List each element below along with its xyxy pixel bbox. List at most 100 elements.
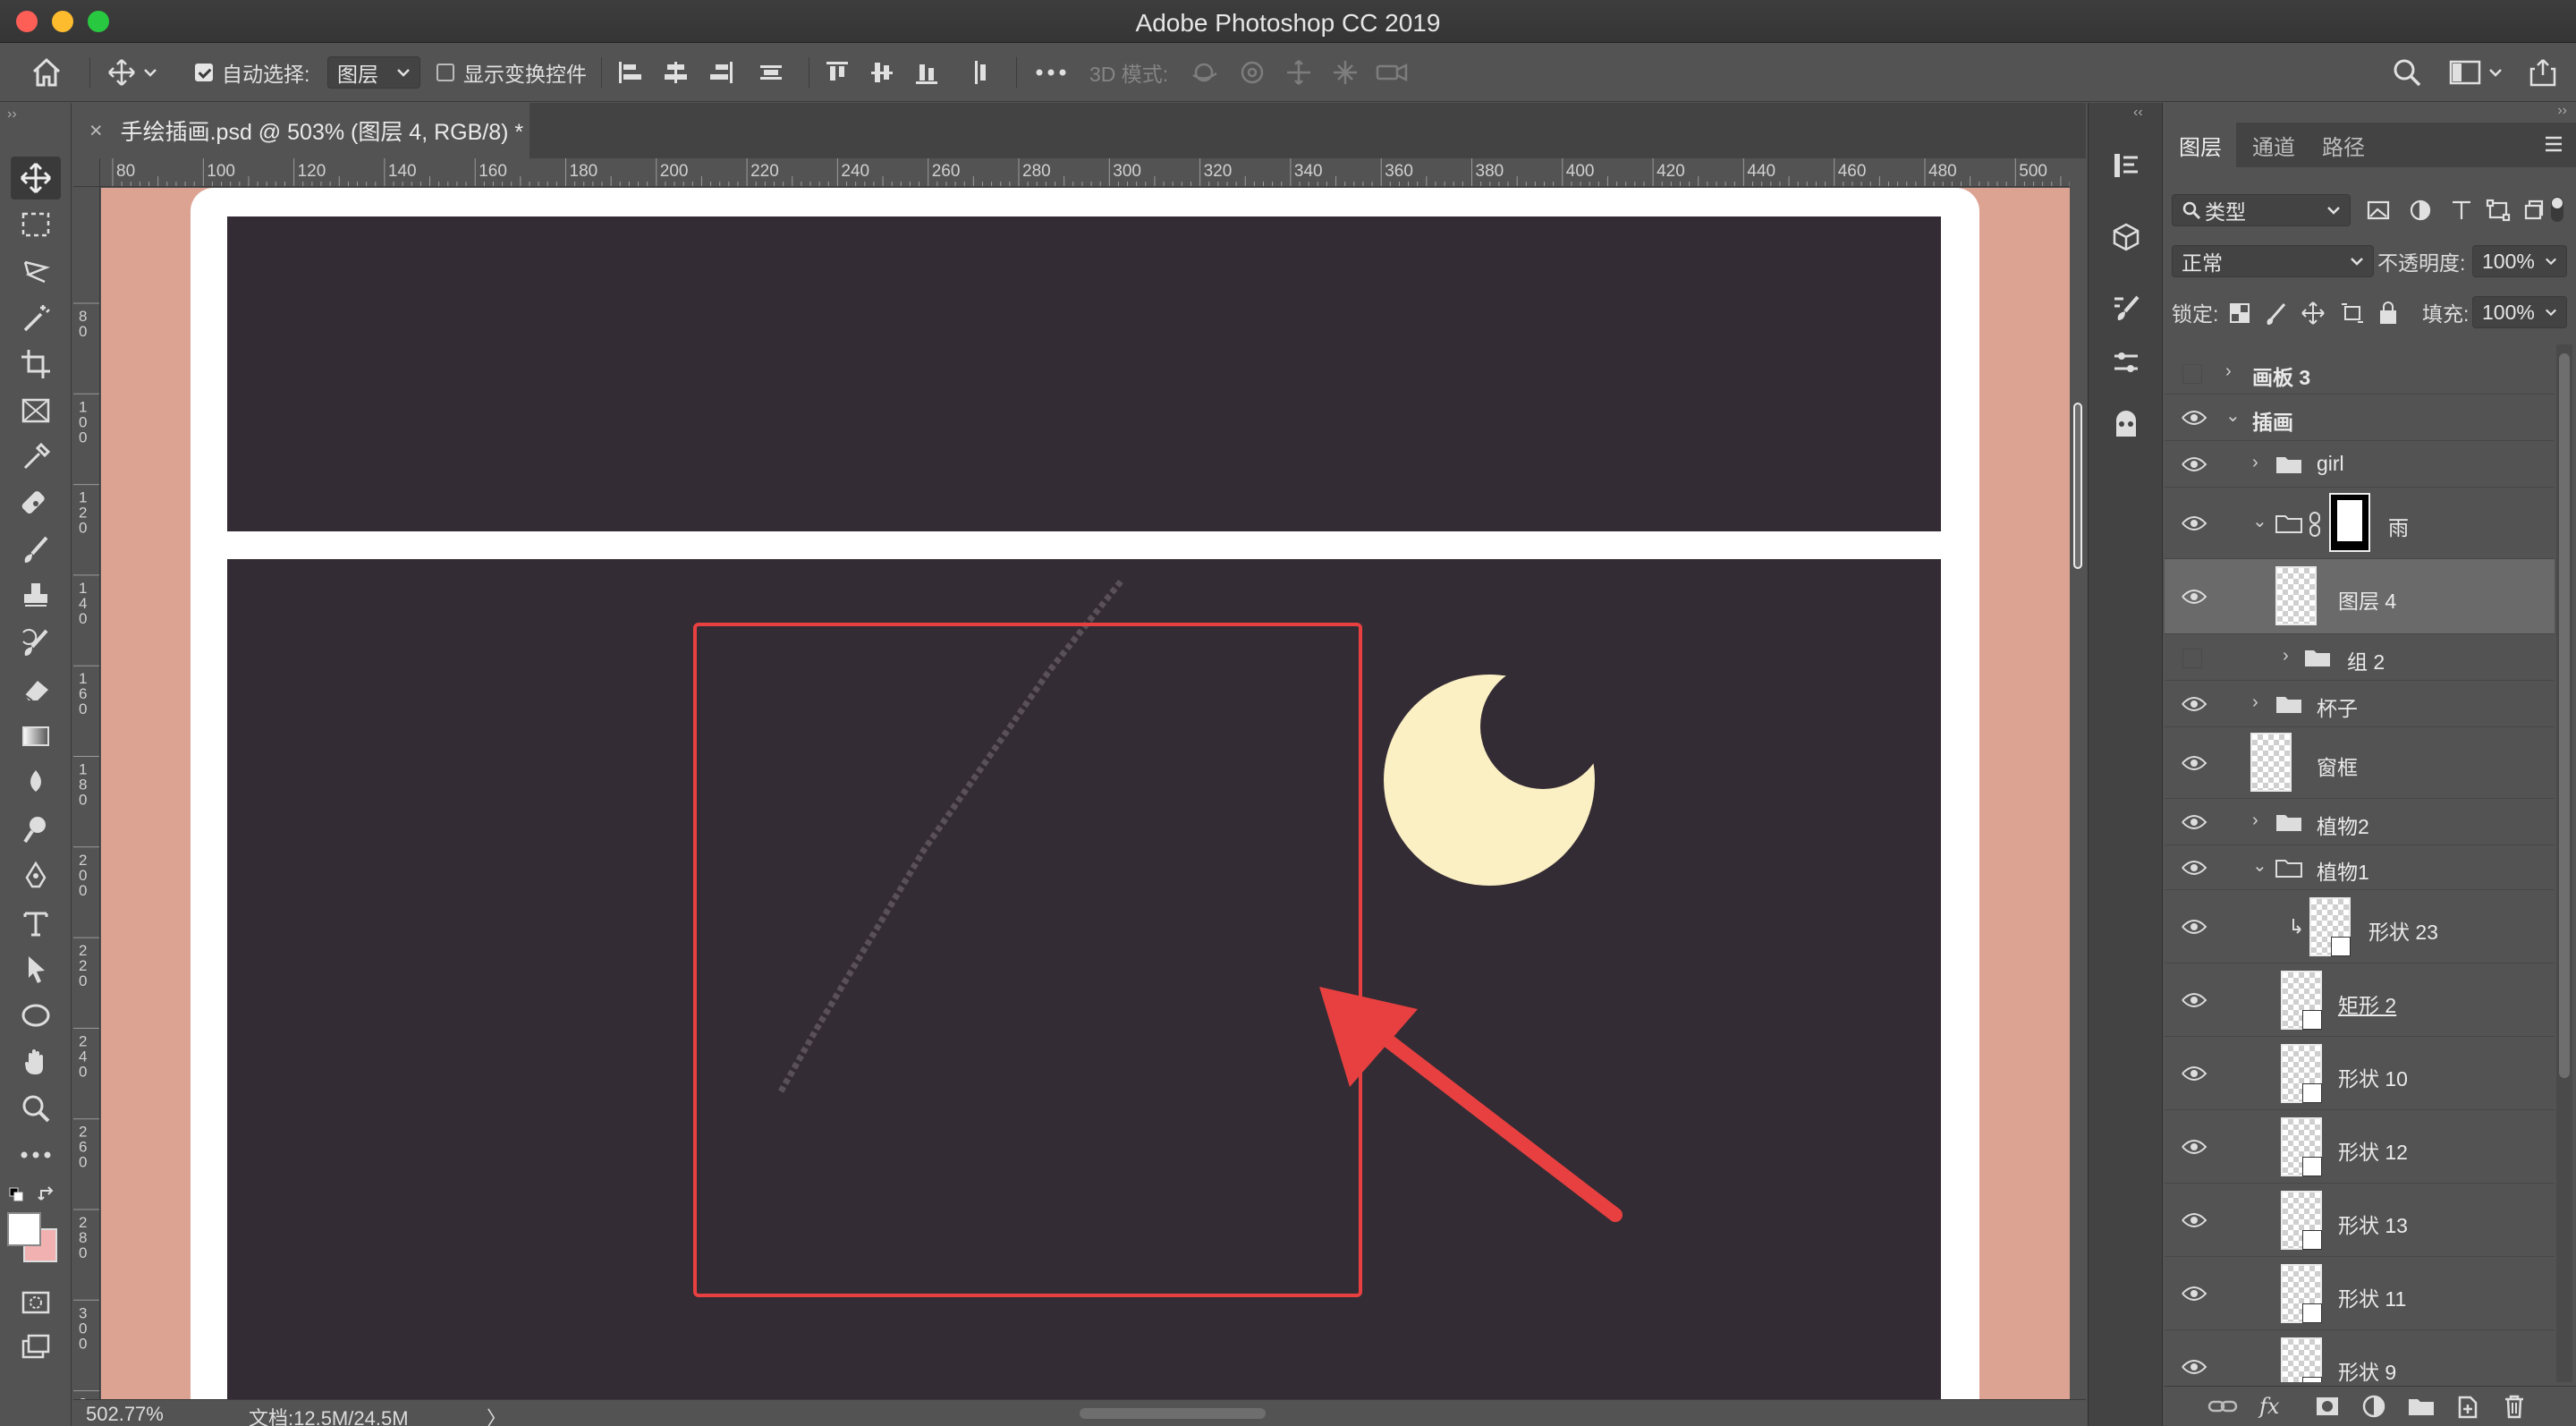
layer-thumbnail[interactable] [2281, 1117, 2322, 1176]
vertical-ruler[interactable]: 80100120140160180200220240260280300320 [73, 187, 100, 1399]
chevron-right-icon[interactable]: › [2225, 362, 2243, 380]
healing-brush-tool-icon[interactable] [11, 482, 61, 525]
move-tool-preset-icon[interactable] [106, 43, 159, 102]
layer-row[interactable]: 窗框 [2165, 727, 2555, 799]
layers-scroll-thumb[interactable] [2559, 353, 2570, 1078]
more-options-icon[interactable] [1036, 43, 1066, 102]
eye-icon[interactable] [2181, 695, 2207, 713]
new-layer-icon[interactable] [2456, 1394, 2479, 1419]
home-icon[interactable] [30, 43, 63, 102]
share-icon[interactable] [2528, 43, 2558, 102]
blend-mode-dropdown[interactable]: 正常 [2172, 245, 2374, 277]
tab-channels[interactable]: 通道 [2252, 123, 2295, 167]
canvas-vertical-scroll-thumb[interactable] [2073, 403, 2082, 569]
collapse-tools-icon[interactable]: ›› [7, 106, 17, 123]
layer-row[interactable]: › 画板 3 [2165, 350, 2555, 395]
3d-panel-icon[interactable] [2108, 219, 2144, 255]
layer-filter-dropdown[interactable]: 类型 [2172, 194, 2351, 226]
delete-layer-icon[interactable] [2503, 1394, 2526, 1419]
eye-icon[interactable] [2181, 455, 2207, 473]
layer-row[interactable]: 图层 4 [2165, 559, 2555, 634]
layer-row[interactable]: 形状 23 [2165, 890, 2555, 963]
layer-row[interactable]: ⌄ 插画 [2165, 395, 2555, 441]
filter-kind-icons[interactable] [2365, 197, 2544, 228]
auto-select-target-dropdown[interactable]: 图层 [327, 56, 420, 89]
pen-tool-icon[interactable] [11, 854, 61, 897]
eye-icon[interactable] [2181, 1138, 2207, 1156]
horizontal-ruler[interactable]: 80 100 120 140 160 180 200 220 240 260 280 300 320 34… [100, 158, 2070, 187]
tab-paths[interactable]: 路径 [2322, 123, 2365, 167]
chevron-right-icon[interactable]: › [2252, 811, 2270, 829]
layer-thumbnail[interactable] [2281, 1044, 2322, 1103]
show-transform-checkbox[interactable]: 显示变换控件 [436, 43, 587, 102]
edit-toolbar-icon[interactable] [11, 1133, 61, 1176]
new-group-icon[interactable] [2408, 1396, 2435, 1417]
crop-tool-icon[interactable] [11, 343, 61, 386]
opacity-field[interactable]: 100% [2472, 245, 2567, 277]
zoom-tool-icon[interactable] [11, 1087, 61, 1130]
hand-tool-icon[interactable] [11, 1040, 61, 1083]
layer-row[interactable]: › 植物2 [2165, 799, 2555, 845]
chevron-down-icon[interactable]: ⌄ [2252, 857, 2270, 875]
type-tool-icon[interactable] [11, 901, 61, 944]
adjustment-layer-icon[interactable] [2361, 1394, 2386, 1419]
mask-link-icon[interactable] [2308, 511, 2322, 538]
history-panel-icon[interactable] [2108, 148, 2144, 183]
layer-row[interactable]: 形状 13 [2165, 1184, 2555, 1257]
eye-icon[interactable] [2181, 1211, 2207, 1229]
ellipse-tool-icon[interactable] [11, 994, 61, 1037]
layer-thumbnail[interactable] [2309, 897, 2351, 956]
layer-thumbnail[interactable] [2281, 971, 2322, 1030]
layer-row[interactable]: ⌄ 植物1 [2165, 845, 2555, 890]
eye-icon[interactable] [2181, 918, 2207, 936]
layer-mask-thumbnail[interactable] [2329, 493, 2370, 552]
path-selection-tool-icon[interactable] [11, 947, 61, 990]
gradient-tool-icon[interactable] [11, 715, 61, 758]
lock-options-icons[interactable] [2227, 301, 2406, 330]
layer-row[interactable]: › 组 2 [2165, 634, 2555, 681]
marquee-tool-icon[interactable] [11, 203, 61, 246]
layer-row[interactable]: 形状 10 [2165, 1037, 2555, 1110]
libraries-panel-icon[interactable] [2108, 407, 2144, 443]
frame-tool-icon[interactable] [11, 389, 61, 432]
move-tool-icon[interactable] [11, 157, 61, 199]
layer-row[interactable]: 矩形 2 [2165, 963, 2555, 1037]
auto-select-checkbox[interactable]: 自动选择: [195, 43, 309, 102]
chevron-down-icon[interactable]: ⌄ [2252, 513, 2270, 531]
chevron-right-icon[interactable]: › [2252, 693, 2270, 711]
quick-mask-icon[interactable] [11, 1280, 61, 1323]
canvas-horizontal-scroll-thumb[interactable] [1080, 1408, 1266, 1419]
zoom-level[interactable]: 502.77% [86, 1403, 164, 1426]
layer-thumbnail[interactable] [2281, 1337, 2322, 1382]
status-menu-arrow[interactable]: 〉 [487, 1403, 506, 1426]
layers-scrollbar[interactable] [2556, 344, 2572, 1382]
collapse-panel-icon[interactable]: ›› [2557, 103, 2567, 119]
eye-icon[interactable] [2181, 754, 2207, 772]
ruler-origin[interactable] [73, 158, 100, 187]
eye-icon[interactable] [2181, 514, 2207, 532]
default-colors-icon[interactable] [9, 1187, 25, 1208]
blur-tool-icon[interactable] [11, 761, 61, 804]
eye-icon[interactable] [2181, 409, 2207, 427]
filter-toggle[interactable] [2551, 197, 2563, 222]
dodge-tool-icon[interactable] [11, 808, 61, 851]
visibility-toggle-empty[interactable] [2182, 649, 2202, 668]
eye-icon[interactable] [2181, 1065, 2207, 1082]
search-icon[interactable] [2392, 43, 2422, 102]
panel-menu-icon[interactable] [2544, 135, 2563, 157]
link-layers-icon[interactable] [2207, 1396, 2238, 1417]
layer-thumbnail[interactable] [2281, 1191, 2322, 1250]
swap-colors-icon[interactable] [38, 1185, 57, 1210]
chevron-down-icon[interactable]: ⌄ [2225, 407, 2243, 425]
layer-row[interactable]: › 杯子 [2165, 681, 2555, 727]
tab-layers[interactable]: 图层 [2165, 123, 2236, 167]
layer-thumbnail[interactable] [2281, 1264, 2322, 1323]
adjustments-panel-icon[interactable] [2108, 344, 2144, 380]
magic-wand-tool-icon[interactable] [11, 296, 61, 339]
eye-icon[interactable] [2181, 859, 2207, 877]
clone-stamp-tool-icon[interactable] [11, 575, 61, 618]
chevron-right-icon[interactable]: › [2283, 647, 2301, 665]
layer-row[interactable]: › girl [2165, 441, 2555, 488]
layer-row[interactable]: 形状 9 [2165, 1330, 2555, 1382]
layer-row[interactable]: ⌄ 雨 [2165, 488, 2555, 559]
